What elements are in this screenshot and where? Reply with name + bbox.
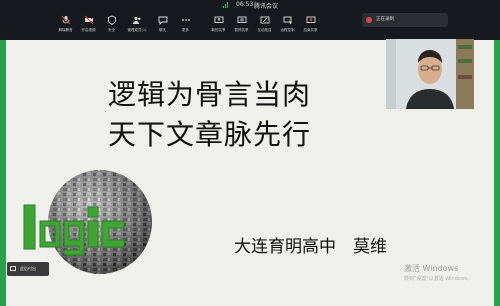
record-icon <box>366 17 372 23</box>
chat-button[interactable]: 聊天 <box>151 11 174 40</box>
activate-windows-subtitle: 转到"设置"以激活 Windows。 <box>404 276 473 282</box>
toolbar-separator <box>197 11 207 40</box>
members-icon <box>132 15 142 25</box>
screen-icon <box>10 266 16 271</box>
annotate-icon <box>260 15 270 25</box>
remote-control-icon <box>283 15 293 25</box>
unmute-label: 解除静音 <box>58 28 73 32</box>
floating-control-label: 此后付出 <box>20 266 36 271</box>
unmute-button[interactable]: 解除静音 <box>54 11 77 40</box>
annotate-button[interactable]: 互动批注 <box>253 11 276 40</box>
security-label: 安全 <box>108 28 115 32</box>
pause-share-label: 暂停共享 <box>234 28 249 32</box>
share-border-left <box>0 40 6 306</box>
start-video-button[interactable]: 开启视频 <box>77 11 100 40</box>
floating-control[interactable]: 此后付出 <box>7 262 49 276</box>
signal-icon <box>223 2 229 8</box>
stop-share-icon <box>306 15 316 25</box>
logic-sphere-image: logic <box>12 167 162 277</box>
recording-label: 正在录制 <box>376 17 394 22</box>
slide-title-line2: 天下文章脉先行 <box>108 118 312 151</box>
toolbar: 解除静音 开启视频 安全 管理成员(1) 聊天 更多 新的共享 暂停共享 互动批… <box>54 11 384 40</box>
chat-icon <box>158 15 168 26</box>
share-border-right <box>494 40 500 306</box>
slide-title-line1: 逻辑为骨言当肉 <box>108 78 312 111</box>
new-share-label: 新的共享 <box>211 28 226 32</box>
manage-members-label: 管理成员(1) <box>127 28 147 32</box>
stop-share-label: 结束共享 <box>303 28 318 32</box>
title-bar: 06:53 腾讯会议 <box>0 0 500 11</box>
meeting-time: 06:53 <box>236 1 254 8</box>
meeting-toolbar-bar: 06:53 腾讯会议 解除静音 开启视频 安全 管理成员(1) 聊天 更多 新的… <box>0 0 500 40</box>
participant-video <box>386 39 474 109</box>
remote-control-button[interactable]: 远程控制 <box>276 11 299 40</box>
chat-label: 聊天 <box>159 28 166 32</box>
slide-author: 大连育明高中 莫维 <box>234 237 387 257</box>
camera-icon <box>84 15 94 25</box>
security-button[interactable]: 安全 <box>100 11 123 40</box>
new-share-button[interactable]: 新的共享 <box>207 11 230 40</box>
pause-share-icon <box>237 15 247 25</box>
more-icon <box>181 15 191 25</box>
annotate-label: 互动批注 <box>257 28 272 32</box>
remote-control-label: 远程控制 <box>280 28 295 32</box>
recording-indicator[interactable]: 正在录制 <box>362 13 448 27</box>
pause-share-button[interactable]: 暂停共享 <box>230 11 253 40</box>
start-video-label: 开启视频 <box>81 28 96 32</box>
app-window: 06:53 腾讯会议 解除静音 开启视频 安全 管理成员(1) 聊天 更多 新的… <box>0 0 500 306</box>
shield-icon <box>107 15 117 25</box>
more-button[interactable]: 更多 <box>174 11 197 40</box>
more-label: 更多 <box>182 28 189 32</box>
app-title: 腾讯会议 <box>254 3 279 10</box>
mic-muted-icon <box>61 15 71 25</box>
share-screen-icon <box>214 15 224 25</box>
manage-members-button[interactable]: 管理成员(1) <box>123 11 151 40</box>
camera-preview[interactable] <box>386 39 474 109</box>
activate-windows-title: 激活 Windows <box>404 264 459 273</box>
stop-share-button[interactable]: 结束共享 <box>299 11 322 40</box>
